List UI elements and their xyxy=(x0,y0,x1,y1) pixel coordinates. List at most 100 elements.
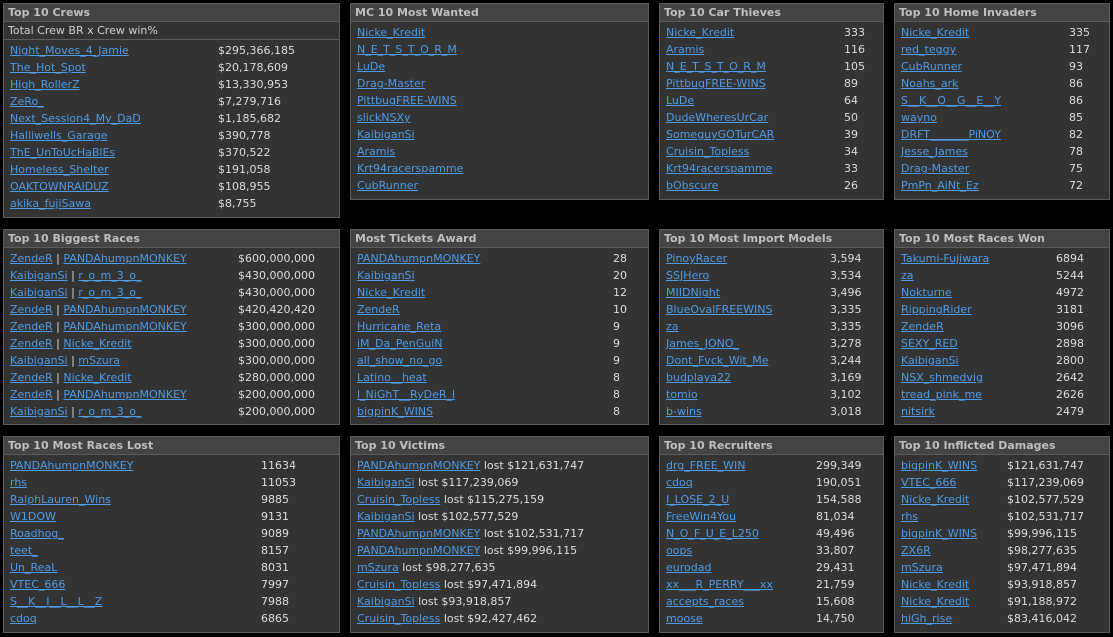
player-link[interactable]: ThE_UnToUcHaBlEs xyxy=(10,144,115,161)
player-link[interactable]: accepts_races xyxy=(666,593,744,610)
racer-b-link[interactable]: r_o_m_3_o_ xyxy=(78,269,141,282)
player-link[interactable]: akika_fujiSawa xyxy=(10,195,91,212)
player-link[interactable]: PittbugFREE-WINS xyxy=(666,75,766,92)
player-link[interactable]: SSJHero xyxy=(666,267,709,284)
player-link[interactable]: SEXY_RED xyxy=(901,335,958,352)
player-link[interactable]: Cruisin_Topless xyxy=(357,493,440,506)
racer-a-link[interactable]: KaibiganSi xyxy=(10,269,68,282)
player-link[interactable]: Drag-Master xyxy=(901,160,969,177)
player-link[interactable]: PinoyRacer xyxy=(666,250,727,267)
player-link[interactable]: Nicke_Kredit xyxy=(901,24,969,41)
player-link[interactable]: rhs xyxy=(901,508,918,525)
player-link[interactable]: ZeRo_ xyxy=(10,93,44,110)
player-link[interactable]: PANDAhumpnMONKEY xyxy=(357,250,480,267)
player-link[interactable]: bigpinK_WINS xyxy=(901,525,977,542)
player-link[interactable]: Halliwells_Garage xyxy=(10,127,108,144)
player-link[interactable]: eurodad xyxy=(666,559,711,576)
player-link[interactable]: za xyxy=(666,318,679,335)
player-link[interactable]: PANDAhumpnMONKEY xyxy=(10,457,133,474)
racer-a-link[interactable]: ZendeR xyxy=(10,337,53,350)
player-link[interactable]: cdoq xyxy=(666,474,693,491)
player-link[interactable]: Night_Moves_4_Jamie xyxy=(10,42,129,59)
racer-a-link[interactable]: ZendeR xyxy=(10,388,53,401)
player-link[interactable]: teet_ xyxy=(10,542,38,559)
player-link[interactable]: Jesse_James xyxy=(901,143,968,160)
racer-a-link[interactable]: ZendeR xyxy=(10,320,53,333)
player-link[interactable]: Krt94racerspamme xyxy=(666,160,772,177)
player-link[interactable]: I_LOSE_2_U xyxy=(666,491,729,508)
player-link[interactable]: VTEC_666 xyxy=(901,474,956,491)
player-link[interactable]: ZendeR xyxy=(901,318,944,335)
player-link[interactable]: KaibiganSi xyxy=(901,352,959,369)
player-link[interactable]: red_teggy xyxy=(901,41,956,58)
player-link[interactable]: Hurricane_Reta xyxy=(357,318,441,335)
racer-b-link[interactable]: Nicke_Kredit xyxy=(63,371,131,384)
player-link[interactable]: Noahs_ark xyxy=(901,75,959,92)
player-link[interactable]: Nicke_Kredit xyxy=(901,576,969,593)
player-link[interactable]: iM_Da_PenGuiN xyxy=(357,335,443,352)
player-link[interactable]: NSX_shmedvig xyxy=(901,369,983,386)
player-link[interactable]: Un_ReaL xyxy=(10,559,57,576)
player-link[interactable]: Latino__heat xyxy=(357,369,427,386)
player-link[interactable]: mSzura xyxy=(357,561,399,574)
racer-b-link[interactable]: Nicke_Kredit xyxy=(63,337,131,350)
racer-b-link[interactable]: r_o_m_3_o_ xyxy=(78,286,141,299)
player-link[interactable]: Cruisin_Topless xyxy=(357,612,440,625)
player-link[interactable]: PittbugFREE-WINS xyxy=(357,92,457,109)
player-link[interactable]: N_E_T_S_T_O_R_M xyxy=(357,41,457,58)
player-link[interactable]: Dont_Fvck_Wit_Me xyxy=(666,352,769,369)
player-link[interactable]: b-wins xyxy=(666,403,702,420)
player-link[interactable]: bObscure xyxy=(666,177,718,194)
player-link[interactable]: slickNSXy xyxy=(357,109,411,126)
player-link[interactable]: Homeless_Shelter xyxy=(10,161,109,178)
player-link[interactable]: za xyxy=(901,267,914,284)
player-link[interactable]: CubRunner xyxy=(901,58,962,75)
player-link[interactable]: Krt94racerspamme xyxy=(357,160,463,177)
player-link[interactable]: oops xyxy=(666,542,692,559)
racer-b-link[interactable]: PANDAhumpnMONKEY xyxy=(63,388,186,401)
racer-a-link[interactable]: KaibiganSi xyxy=(10,354,68,367)
racer-b-link[interactable]: r_o_m_3_o_ xyxy=(78,405,141,418)
player-link[interactable]: rhs xyxy=(10,474,27,491)
player-link[interactable]: mSzura xyxy=(901,559,943,576)
player-link[interactable]: The_Hot_Spot xyxy=(10,59,86,76)
player-link[interactable]: KaibiganSi xyxy=(357,476,415,489)
player-link[interactable]: cdoq xyxy=(10,610,37,627)
player-link[interactable]: l_NiGhT__RyDeR_l xyxy=(357,386,455,403)
player-link[interactable]: Cruisin_Topless xyxy=(357,578,440,591)
racer-a-link[interactable]: ZendeR xyxy=(10,252,53,265)
player-link[interactable]: S__K__I__L__L__Z xyxy=(10,593,102,610)
player-link[interactable]: Next_Session4_My_DaD xyxy=(10,110,141,127)
player-link[interactable]: LuDe xyxy=(666,92,694,109)
player-link[interactable]: nitsirk xyxy=(901,403,935,420)
player-link[interactable]: Nicke_Kredit xyxy=(357,284,425,301)
player-link[interactable]: all_show_no_go xyxy=(357,352,442,369)
player-link[interactable]: xx___R_PERRY___xx xyxy=(666,576,773,593)
player-link[interactable]: PANDAhumpnMONKEY xyxy=(357,527,480,540)
player-link[interactable]: Aramis xyxy=(357,143,395,160)
player-link[interactable]: High_RollerZ xyxy=(10,76,80,93)
player-link[interactable]: LuDe xyxy=(357,58,385,75)
player-link[interactable]: ZX6R xyxy=(901,542,931,559)
player-link[interactable]: N_O_F_U_E_L250 xyxy=(666,525,759,542)
player-link[interactable]: PANDAhumpnMONKEY xyxy=(357,459,480,472)
player-link[interactable]: Nicke_Kredit xyxy=(901,593,969,610)
player-link[interactable]: CubRunner xyxy=(357,177,418,194)
player-link[interactable]: MIIDNight xyxy=(666,284,720,301)
player-link[interactable]: Roadhog_ xyxy=(10,525,64,542)
player-link[interactable]: drg_FREE_WIN xyxy=(666,457,746,474)
player-link[interactable]: BlueOvalFREEWINS xyxy=(666,301,773,318)
player-link[interactable]: bigpinK_WINS xyxy=(901,457,977,474)
player-link[interactable]: DRFT_______PiNOY xyxy=(901,126,1001,143)
player-link[interactable]: N_E_T_S_T_O_R_M xyxy=(666,58,766,75)
player-link[interactable]: DudeWheresUrCar xyxy=(666,109,768,126)
player-link[interactable]: Drag-Master xyxy=(357,75,425,92)
player-link[interactable]: ZendeR xyxy=(357,301,400,318)
player-link[interactable]: S__K__O__G__E__Y xyxy=(901,92,1001,109)
player-link[interactable]: KaibiganSi xyxy=(357,510,415,523)
player-link[interactable]: James_JONO_ xyxy=(666,335,739,352)
player-link[interactable]: Cruisin_Topless xyxy=(666,143,749,160)
player-link[interactable]: SomeguyGOTurCAR xyxy=(666,126,774,143)
racer-a-link[interactable]: KaibiganSi xyxy=(10,405,68,418)
player-link[interactable]: bigpinK_WINS xyxy=(357,403,433,420)
